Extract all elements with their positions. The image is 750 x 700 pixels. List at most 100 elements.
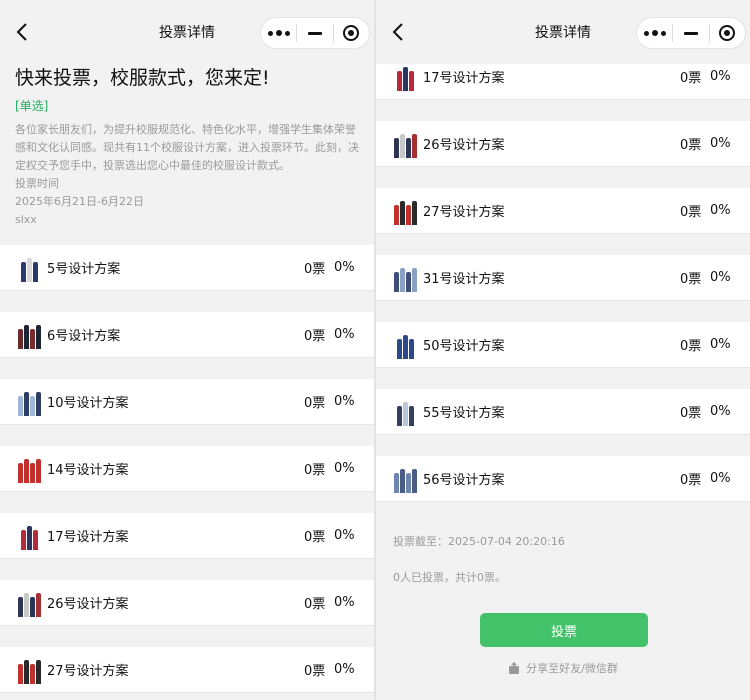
option-percent: 0% [334,662,355,677]
option-name: 50号设计方案 [423,339,505,354]
close-miniprogram-button[interactable] [710,18,745,48]
option-votes: 0票 [304,597,326,612]
vote-description: 各位家长朋友们，为提升校服规范化、特色化水平，增强学生集体荣誉感和文化认同感。现… [15,123,359,172]
vote-option-row[interactable]: 31号设计方案 0票 0% [376,255,750,301]
option-votes: 0票 [680,339,702,354]
option-percent: 0% [334,595,355,610]
option-percent: 0% [710,136,731,151]
navigation-bar: 投票详情 [376,0,750,64]
option-votes: 0票 [304,396,326,411]
option-name: 27号设计方案 [47,664,129,679]
target-icon [719,25,736,41]
vote-option-row[interactable]: 56号设计方案 0票 0% [376,456,750,502]
option-name: 5号设计方案 [47,262,121,277]
uniform-thumbnail-icon [391,197,419,225]
option-name: 17号设计方案 [47,530,129,545]
option-votes: 0票 [680,71,702,86]
share-icon [509,662,520,674]
option-percent: 0% [710,270,731,285]
option-percent: 0% [710,471,731,486]
uniform-thumbnail-icon [15,589,43,617]
vote-header: 快来投票，校服款式，您来定! [单选] 各位家长朋友们，为提升校服规范化、特色化… [0,64,374,229]
close-miniprogram-button[interactable] [334,18,369,48]
option-votes: 0票 [304,530,326,545]
vote-time-label: 投票时间 [15,177,59,190]
vote-title: 快来投票，校服款式，您来定! [15,67,270,89]
option-name: 55号设计方案 [423,406,505,421]
vote-option-row[interactable]: 26号设计方案 0票 0% [376,121,750,167]
share-label: 分享至好友/微信群 [526,662,618,675]
uniform-thumbnail-icon [391,264,419,292]
option-percent: 0% [334,394,355,409]
vote-option-row[interactable]: 6号设计方案 0票 0% [0,312,374,358]
option-votes: 0票 [680,473,702,488]
vote-option-row[interactable]: 5号设计方案 0票 0% [0,245,374,291]
minimize-button[interactable] [297,18,332,48]
option-name: 10号设计方案 [47,396,129,411]
more-menu-button[interactable] [261,18,296,48]
option-percent: 0% [710,337,731,352]
option-percent: 0% [334,528,355,543]
option-percent: 0% [334,260,355,275]
vote-option-row[interactable]: 27号设计方案 0票 0% [376,188,750,234]
uniform-thumbnail-icon [15,522,43,550]
vote-option-row[interactable]: 27号设计方案 0票 0% [0,647,374,693]
vote-option-row[interactable]: 55号设计方案 0票 0% [376,389,750,435]
uniform-thumbnail-icon [15,254,43,282]
uniform-thumbnail-icon [391,130,419,158]
uniform-thumbnail-icon [391,63,419,91]
minus-icon [307,31,322,35]
option-name: 26号设计方案 [423,138,505,153]
uniform-thumbnail-icon [15,321,43,349]
vote-option-row[interactable]: 17号设计方案 0票 0% [0,513,374,559]
option-name: 56号设计方案 [423,473,505,488]
miniprogram-capsule [636,17,746,49]
option-votes: 0票 [680,138,702,153]
option-name: 17号设计方案 [423,71,505,86]
navigation-bar: 投票详情 [0,0,374,64]
option-name: 31号设计方案 [423,272,505,287]
vote-detail-panel-bottom: 投票详情 17号设计方案 0票 0% 26号设计方案 0票 0% 27号设计方案 0票 0% 31… [376,0,750,700]
option-name: 6号设计方案 [47,329,121,344]
vote-summary: 0人已投票，共计0票。 [393,571,506,584]
uniform-thumbnail-icon [391,465,419,493]
more-dots-icon [643,30,666,36]
option-percent: 0% [710,203,731,218]
miniprogram-capsule [260,17,370,49]
option-votes: 0票 [680,205,702,220]
option-name: 27号设计方案 [423,205,505,220]
vote-option-row[interactable]: 10号设计方案 0票 0% [0,379,374,425]
uniform-thumbnail-icon [15,388,43,416]
vote-detail-panel-top: 投票详情 快来投票，校服款式，您来定! [单选] 各位家长朋友们，为提升校服规范… [0,0,374,700]
option-votes: 0票 [304,262,326,277]
option-votes: 0票 [304,329,326,344]
minus-icon [683,31,698,35]
option-percent: 0% [334,327,355,342]
vote-author: slxx [15,213,37,226]
option-name: 14号设计方案 [47,463,129,478]
option-votes: 0票 [680,406,702,421]
more-menu-button[interactable] [637,18,672,48]
uniform-thumbnail-icon [391,398,419,426]
uniform-thumbnail-icon [15,656,43,684]
target-icon [343,25,360,41]
uniform-thumbnail-icon [391,331,419,359]
option-votes: 0票 [304,664,326,679]
vote-type-badge: [单选] [15,99,49,113]
vote-time-range: 2025年6月21日-6月22日 [15,195,144,208]
vote-option-row[interactable]: 26号设计方案 0票 0% [0,580,374,626]
vote-button[interactable]: 投票 [480,613,648,647]
uniform-thumbnail-icon [15,455,43,483]
vote-deadline: 投票截至：2025-07-04 20:20:16 [393,535,565,548]
option-name: 26号设计方案 [47,597,129,612]
minimize-button[interactable] [673,18,708,48]
option-percent: 0% [334,461,355,476]
share-link[interactable]: 分享至好友/微信群 [376,660,750,676]
vote-option-row[interactable]: 14号设计方案 0票 0% [0,446,374,492]
option-percent: 0% [710,69,731,84]
vote-option-row[interactable]: 50号设计方案 0票 0% [376,322,750,368]
option-votes: 0票 [680,272,702,287]
more-dots-icon [267,30,290,36]
option-votes: 0票 [304,463,326,478]
option-percent: 0% [710,404,731,419]
